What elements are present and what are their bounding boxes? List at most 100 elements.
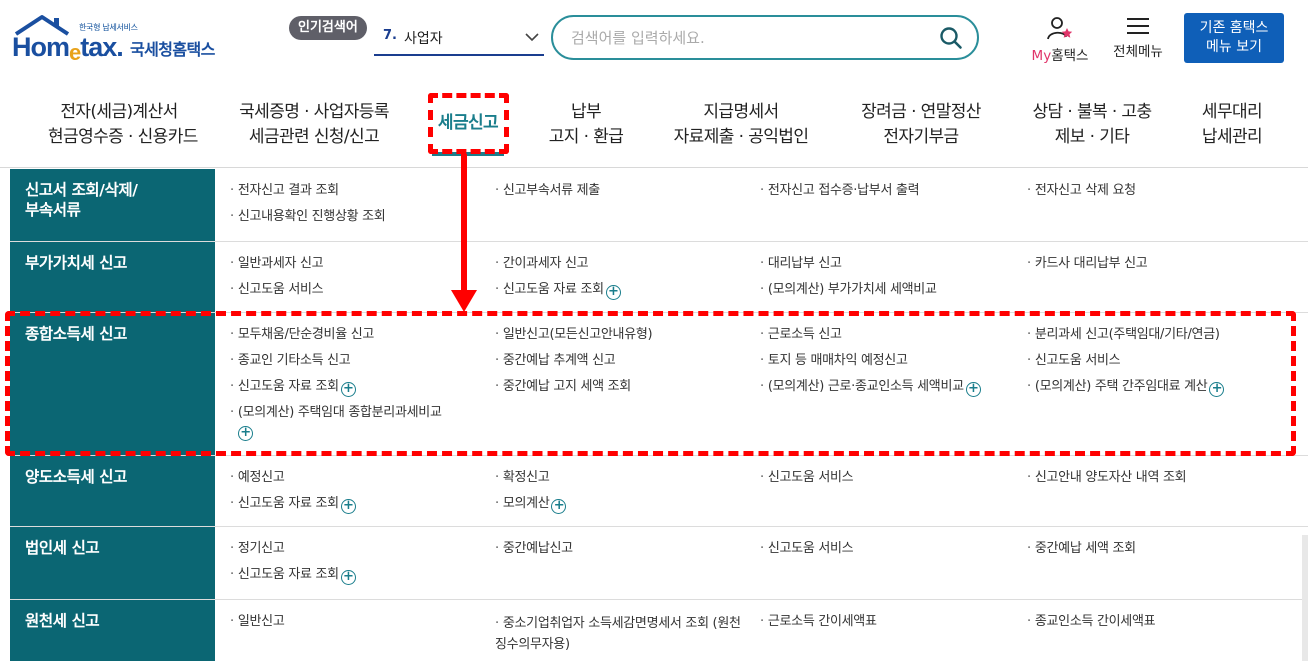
gnb-line1: 국세증명 · 사업자등록 xyxy=(239,102,389,122)
gnb-consultation[interactable]: 상담 · 불복 · 고충 제보 · 기타 xyxy=(1024,100,1160,150)
category-capital-gains: 양도소득세 신고 xyxy=(10,456,215,526)
plus-circle-icon[interactable]: + xyxy=(1209,382,1225,397)
plus-circle-icon[interactable]: + xyxy=(238,426,253,441)
gnb-e-invoice[interactable]: 전자(세금)계산서 현금영수증 · 신용카드 xyxy=(48,100,198,150)
menu-link[interactable]: 신고부속서류 제출 xyxy=(495,182,600,200)
menu-row-withholding-tax: 원천세 신고 일반신고 중소기업취업자 소득세감면명세서 조회 (원천징수의무자… xyxy=(10,600,1308,661)
menu-link-expandable[interactable]: 모의계산+ xyxy=(495,495,567,514)
old-hometax-menu-button[interactable]: 기존 홈택스 메뉴 보기 xyxy=(1184,13,1284,63)
gnb-certificate[interactable]: 국세증명 · 사업자등록 세금관련 신청/신고 xyxy=(228,100,400,150)
category-vat: 부가가치세 신고 xyxy=(10,242,215,312)
gnb-line2: 제보 · 기타 xyxy=(1054,127,1130,147)
gnb-line2: 자료제출 · 공익법인 xyxy=(673,127,809,147)
menu-row-corporate-tax: 법인세 신고 정기신고 중간예납신고 신고도움 서비스 중간예납 세액 조회 신… xyxy=(10,527,1308,600)
menu-link[interactable]: 신고내용확인 진행상황 조회 xyxy=(230,208,386,226)
menu-link[interactable]: 근로소득 신고 xyxy=(760,326,842,344)
gnb-tax-filing[interactable]: 세금신고 xyxy=(432,111,504,136)
menu-link[interactable]: 중간예납신고 xyxy=(495,540,573,558)
user-star-icon xyxy=(1047,17,1073,40)
global-nav: 전자(세금)계산서 현금영수증 · 신용카드 국세증명 · 사업자등록 세금관련… xyxy=(0,80,1308,168)
gnb-line1: 세금신고 xyxy=(437,113,499,133)
menu-link[interactable]: 신고안내 양도자산 내역 조회 xyxy=(1027,469,1187,487)
plus-circle-icon[interactable]: + xyxy=(340,570,356,585)
menu-link[interactable]: 중간예납 고지 세액 조회 xyxy=(495,378,631,396)
plus-circle-icon[interactable]: + xyxy=(965,382,981,397)
category-line1: 종합소득세 신고 xyxy=(25,325,128,343)
logo-brand-part1: Hom xyxy=(12,32,70,62)
menu-link[interactable]: 일반과세자 신고 xyxy=(230,255,324,273)
menu-link[interactable]: 신고도움 서비스 xyxy=(1027,352,1121,370)
menu-link[interactable]: 중소기업취업자 소득세감면명세서 조회 (원천징수의무자용) xyxy=(495,613,745,655)
category-line1: 원천세 신고 xyxy=(25,612,100,630)
menu-link-text: (모의계산) 주택임대 종합분리과세비교 xyxy=(237,405,442,420)
hometax-logo[interactable]: 한국형 납세서비스 Hometax. 국세청홈택스 xyxy=(12,14,227,66)
old-menu-line2: 메뉴 보기 xyxy=(1206,39,1262,55)
menu-link[interactable]: 간이과세자 신고 xyxy=(495,255,589,273)
menu-row-capital-gains: 양도소득세 신고 예정신고 확정신고 신고도움 서비스 신고안내 양도자산 내역… xyxy=(10,456,1308,527)
menu-link-expandable[interactable]: 신고도움 자료 조회+ xyxy=(495,281,621,300)
gnb-line2: 현금영수증 · 신용카드 xyxy=(48,127,198,147)
menu-link-expandable[interactable]: (모의계산) 주택 간주임대료 계산+ xyxy=(1027,378,1225,397)
menu-link[interactable]: 확정신고 xyxy=(495,469,550,487)
plus-circle-icon[interactable]: + xyxy=(551,499,567,514)
menu-link[interactable]: 종교인소득 간이세액표 xyxy=(1027,613,1156,631)
menu-link[interactable]: 전자신고 접수증·납부서 출력 xyxy=(760,182,920,200)
menu-link[interactable]: 모두채움/단순경비율 신고 xyxy=(230,326,374,344)
menu-link[interactable]: 예정신고 xyxy=(230,469,285,487)
menu-link-expandable[interactable]: 신고도움 자료 조회+ xyxy=(230,378,356,397)
gnb-line1: 장려금 · 연말정산 xyxy=(861,102,981,122)
plus-circle-icon[interactable]: + xyxy=(340,499,356,514)
gnb-line1: 전자(세금)계산서 xyxy=(60,102,178,122)
menu-link[interactable]: 분리과세 신고(주택임대/기타/연금) xyxy=(1027,326,1220,344)
menu-link-text: 신고도움 자료 조회 xyxy=(237,496,339,511)
chevron-down-icon xyxy=(525,33,539,42)
menu-link[interactable]: 신고도움 서비스 xyxy=(230,281,324,299)
logo-korean-name: 국세청홈택스 xyxy=(130,40,215,59)
menu-link[interactable]: 신고도움 서비스 xyxy=(760,469,854,487)
menu-link-expandable[interactable]: (모의계산) 주택임대 종합분리과세비교 + xyxy=(230,404,442,441)
gnb-tax-agent[interactable]: 세무대리 납세관리 xyxy=(1196,100,1268,150)
category-withholding-tax: 원천세 신고 xyxy=(10,600,215,661)
menu-link-text: 신고도움 자료 조회 xyxy=(237,567,339,582)
my-hometax-button[interactable]: My홈택스 xyxy=(1024,15,1096,64)
menu-link-text: 신고도움 자료 조회 xyxy=(237,379,339,394)
scrollbar[interactable] xyxy=(1302,535,1308,661)
gnb-payment[interactable]: 납부 고지 · 환급 xyxy=(540,100,632,150)
menu-link[interactable]: 신고도움 서비스 xyxy=(760,540,854,558)
search-icon[interactable] xyxy=(939,26,963,50)
all-menu-button[interactable]: 전체메뉴 xyxy=(1106,17,1170,63)
menu-link[interactable]: (모의계산) 부가가치세 세액비교 xyxy=(760,281,937,299)
menu-link-expandable[interactable]: 신고도움 자료 조회+ xyxy=(230,566,356,585)
hamburger-icon xyxy=(1127,18,1149,34)
plus-circle-icon[interactable]: + xyxy=(340,382,356,397)
menu-link-expandable[interactable]: 신고도움 자료 조회+ xyxy=(230,495,356,514)
menu-link[interactable]: 카드사 대리납부 신고 xyxy=(1027,255,1148,273)
popular-search-badge: 인기검색어 xyxy=(289,16,367,40)
menu-link[interactable]: 중간예납 추계액 신고 xyxy=(495,352,616,370)
menu-link[interactable]: 일반신고 xyxy=(230,613,285,631)
category-line1: 부가가치세 신고 xyxy=(25,254,128,272)
menu-link[interactable]: 정기신고 xyxy=(230,540,285,558)
menu-link[interactable]: 종교인 기타소득 신고 xyxy=(230,352,351,370)
plus-circle-icon[interactable]: + xyxy=(605,285,621,300)
menu-link[interactable]: 중간예납 세액 조회 xyxy=(1027,540,1136,558)
menu-link[interactable]: 전자신고 삭제 요청 xyxy=(1027,182,1136,200)
gnb-line1: 납부 xyxy=(570,102,602,122)
gnb-payment-statement[interactable]: 지급명세서 자료제출 · 공익법인 xyxy=(666,100,816,150)
gnb-line2: 고지 · 환급 xyxy=(548,127,624,147)
menu-link[interactable]: 일반신고(모든신고안내유형) xyxy=(495,326,653,344)
tax-filing-submenu: 신고서 조회/삭제/ 부속서류 전자신고 결과 조회 신고부속서류 제출 전자신… xyxy=(10,169,1308,661)
category-line1: 신고서 조회/삭제/ xyxy=(25,181,138,199)
menu-link-expandable[interactable]: (모의계산) 근로·종교인소득 세액비교+ xyxy=(760,378,981,397)
gnb-incentive[interactable]: 장려금 · 연말정산 전자기부금 xyxy=(852,100,990,150)
gnb-line2: 납세관리 xyxy=(1201,127,1263,147)
category-line1: 양도소득세 신고 xyxy=(25,468,128,486)
all-menu-label: 전체메뉴 xyxy=(1113,44,1163,60)
menu-link[interactable]: 토지 등 매매차익 예정신고 xyxy=(760,352,908,370)
search-input[interactable] xyxy=(571,27,921,49)
popular-search-dropdown[interactable]: 7. 사업자 xyxy=(374,22,544,56)
menu-link[interactable]: 근로소득 간이세액표 xyxy=(760,613,877,631)
menu-link[interactable]: 대리납부 신고 xyxy=(760,255,842,273)
search-box xyxy=(551,15,979,60)
menu-link[interactable]: 전자신고 결과 조회 xyxy=(230,182,339,200)
